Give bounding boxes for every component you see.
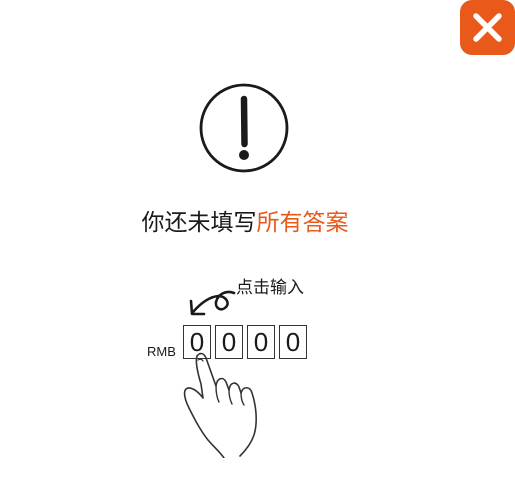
digit-box[interactable]: 0 [247, 325, 275, 359]
close-button[interactable] [460, 0, 515, 55]
exclamation-circle-icon [199, 83, 289, 173]
hint-label: 点击输入 [236, 278, 304, 298]
digit-box[interactable]: 0 [279, 325, 307, 359]
close-icon [473, 13, 502, 42]
warning-message-highlight: 所有答案 [256, 210, 349, 236]
curved-arrow-icon [189, 290, 236, 316]
amount-digit-input[interactable]: 0 0 0 0 [183, 325, 307, 359]
warning-message: 你还未填写所有答案 [0, 205, 490, 241]
warning-message-text: 你还未填写 [141, 210, 257, 236]
digit-box[interactable]: 0 [183, 325, 211, 359]
currency-label: RMB [147, 344, 176, 359]
digit-box[interactable]: 0 [215, 325, 243, 359]
pointing-hand-icon [183, 352, 257, 458]
